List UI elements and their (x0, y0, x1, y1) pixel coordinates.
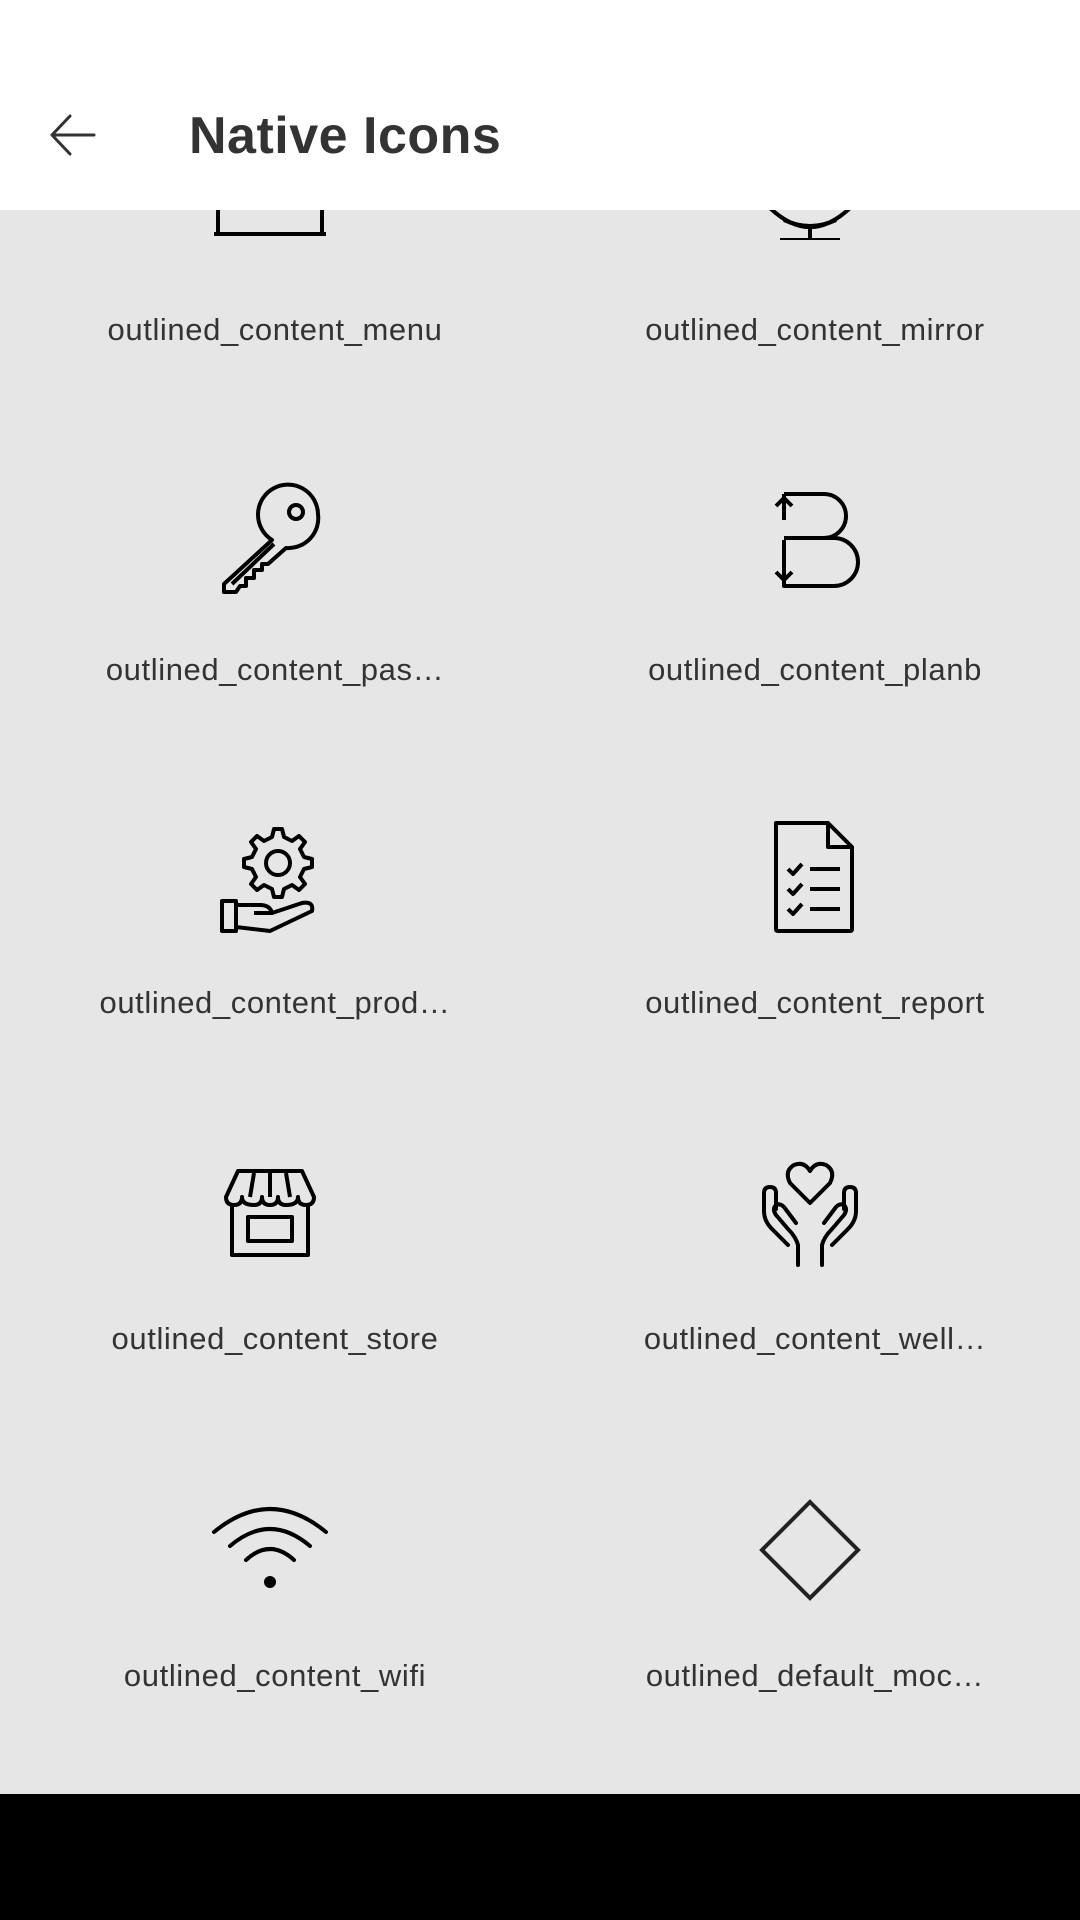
grid-item-label: outlined_content_pas… (105, 652, 445, 687)
grid-item-report[interactable]: outlined_content_report (540, 817, 1080, 1154)
planb-icon (750, 480, 870, 600)
icon-grid: outlined_content_menu outlined_content_m… (0, 0, 1080, 1794)
grid-item-store[interactable]: outlined_content_store (0, 1153, 540, 1490)
app-screen: outlined_content_menu outlined_content_m… (0, 0, 1080, 1794)
grid-item-label: outlined_content_wifi (123, 1658, 427, 1693)
grid-item-label: outlined_content_menu (107, 312, 443, 347)
wellness-icon (750, 1153, 870, 1273)
grid-item-password[interactable]: outlined_content_pas… (0, 480, 540, 817)
gear-hand-icon (210, 817, 330, 937)
grid-item-wifi[interactable]: outlined_content_wifi (0, 1490, 540, 1794)
grid-item-label: outlined_content_store (111, 1321, 439, 1356)
grid-item-label: outlined_content_mirror (645, 312, 985, 347)
grid-item-label: outlined_default_moc… (645, 1658, 985, 1693)
store-icon (210, 1153, 330, 1273)
diamond-icon (750, 1490, 870, 1610)
grid-item-planb[interactable]: outlined_content_planb (540, 480, 1080, 817)
arrow-left-icon (50, 114, 96, 156)
grid-item-label: outlined_content_planb (648, 652, 982, 687)
grid-item-wellness[interactable]: outlined_content_well… (540, 1153, 1080, 1490)
back-button[interactable] (28, 90, 118, 180)
wifi-icon (210, 1490, 330, 1610)
report-icon (750, 817, 870, 937)
grid-item-label: outlined_content_report (645, 985, 985, 1020)
grid-item-label: outlined_content_prod… (99, 985, 451, 1020)
app-bar: Native Icons (0, 0, 1080, 210)
grid-item-mock[interactable]: outlined_default_moc… (540, 1490, 1080, 1794)
grid-item-product[interactable]: outlined_content_prod… (0, 817, 540, 1154)
key-icon (210, 480, 330, 600)
grid-item-label: outlined_content_well… (643, 1321, 987, 1356)
page-title: Native Icons (189, 107, 502, 165)
system-nav-bar (0, 1794, 1080, 1920)
